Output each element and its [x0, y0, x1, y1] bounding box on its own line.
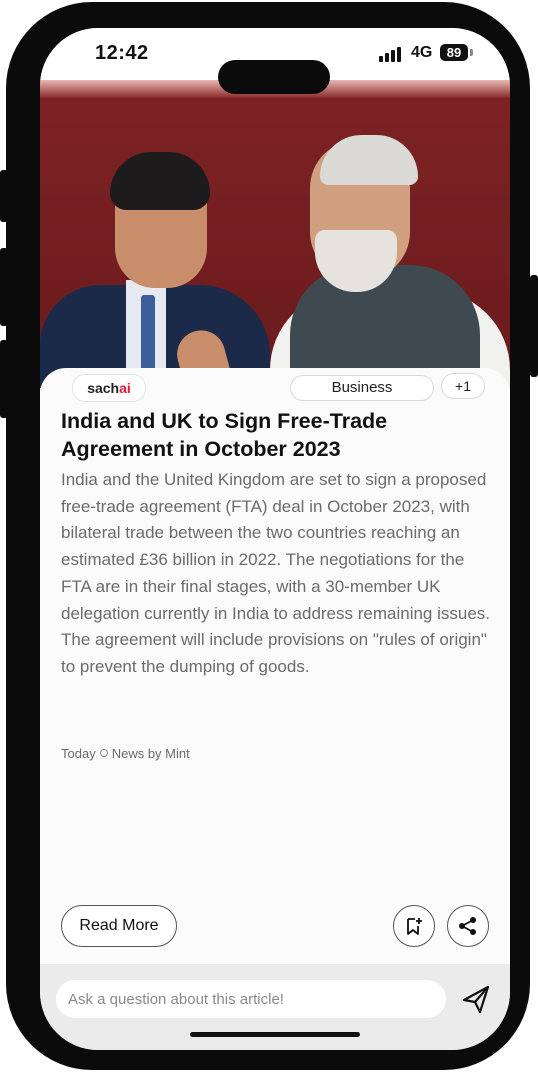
- send-icon: [462, 985, 490, 1014]
- mute-switch: [0, 170, 8, 222]
- signal-icon: [379, 46, 403, 62]
- screen: 12:42 4G 89 sachai Business +1 India and…: [40, 28, 510, 1050]
- article-card: sachai Business +1 India and UK to Sign …: [40, 368, 510, 968]
- dynamic-island: [218, 60, 330, 94]
- article-headline: India and UK to Sign Free-Trade Agreemen…: [61, 409, 388, 461]
- bookmark-button[interactable]: [393, 905, 435, 947]
- ask-question-input[interactable]: [56, 980, 446, 1018]
- brand-badge: sachai: [72, 374, 146, 402]
- power-button: [530, 275, 538, 377]
- separator-dot: [99, 749, 108, 757]
- home-indicator[interactable]: [190, 1032, 360, 1037]
- status-time: 12:42: [95, 42, 149, 64]
- battery-icon: 89: [440, 44, 468, 61]
- share-icon: [459, 917, 476, 935]
- more-tags-chip[interactable]: +1: [441, 373, 485, 399]
- battery-cap: [470, 49, 473, 56]
- category-tag[interactable]: Business: [290, 375, 434, 401]
- phone-frame: 12:42 4G 89 sachai Business +1 India and…: [6, 2, 530, 1070]
- article-meta: Today News by Mint: [61, 746, 190, 761]
- volume-down-button: [0, 340, 8, 418]
- volume-up-button: [0, 248, 8, 326]
- ask-bar: [40, 964, 510, 1050]
- article-source: News by Mint: [111, 746, 190, 761]
- article-date: Today: [61, 746, 96, 761]
- bookmark-add-icon: [407, 918, 422, 935]
- article-summary: India and the United Kingdom are set to …: [61, 470, 491, 676]
- send-button[interactable]: [458, 980, 494, 1018]
- share-button[interactable]: [447, 905, 489, 947]
- network-type: 4G: [411, 44, 433, 61]
- article-image[interactable]: [40, 80, 510, 388]
- read-more-button[interactable]: Read More: [61, 905, 177, 947]
